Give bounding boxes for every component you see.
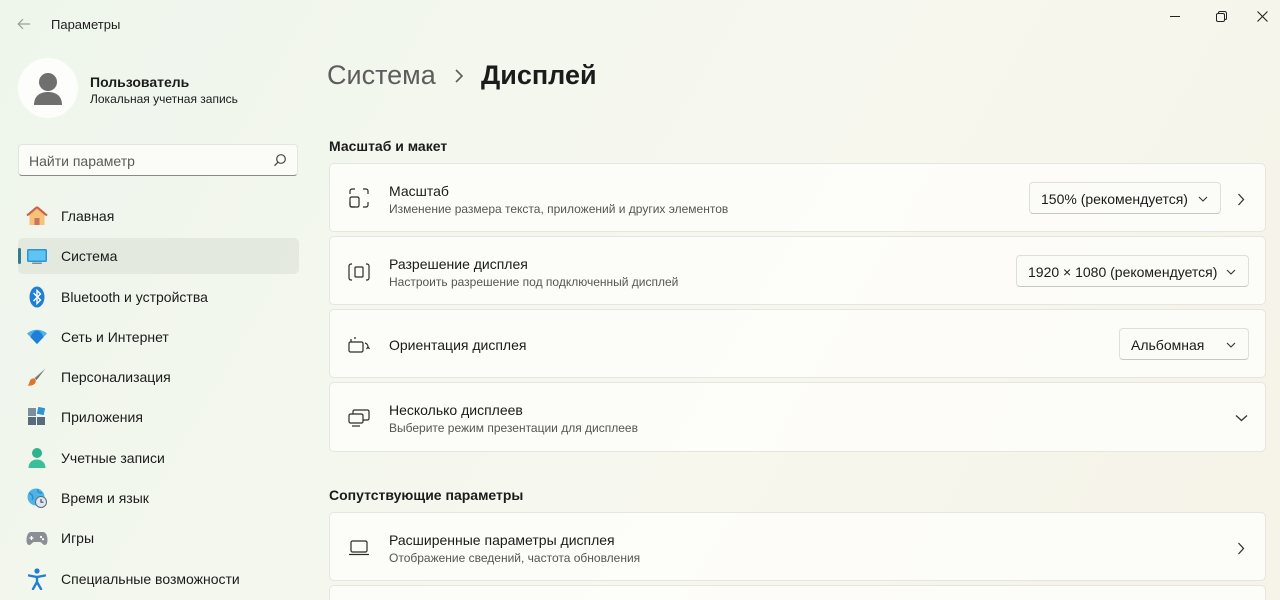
sidebar-item-label: Персонализация <box>61 369 171 386</box>
sidebar-item-personalization[interactable]: Персонализация <box>18 359 299 395</box>
orientation-dropdown[interactable]: Альбомная <box>1119 328 1249 360</box>
sidebar-item-apps[interactable]: Приложения <box>18 399 299 435</box>
sidebar-item-label: Игры <box>61 530 95 547</box>
home-icon <box>26 205 48 227</box>
section-title-related: Сопутствующие параметры <box>329 487 524 503</box>
sidebar-item-accounts[interactable]: Учетные записи <box>18 440 299 476</box>
sidebar-item-label: Система <box>61 248 118 265</box>
sidebar-item-label: Сеть и Интернет <box>61 328 169 345</box>
search-icon <box>274 154 286 167</box>
setting-subtitle: Настроить разрешение под подключенный ди… <box>389 275 679 289</box>
arrow-left-icon <box>17 18 30 30</box>
minimize-button[interactable] <box>1152 0 1198 32</box>
close-icon <box>1256 10 1268 22</box>
sidebar-item-system[interactable]: Система <box>18 238 299 275</box>
setting-subtitle: Отображение сведений, частота обновления <box>389 551 641 565</box>
breadcrumb-parent[interactable]: Система <box>327 60 436 91</box>
setting-scale[interactable]: Масштаб Изменение размера текста, прилож… <box>329 163 1266 232</box>
dropdown-value: 1920 × 1080 (рекомендуется) <box>1028 264 1218 280</box>
wifi-icon <box>26 326 48 348</box>
sidebar-item-label: Учетные записи <box>61 449 165 466</box>
sidebar-item-time-language[interactable]: Время и язык <box>18 480 299 516</box>
active-indicator <box>18 248 21 265</box>
app-title: Параметры <box>51 17 121 32</box>
dropdown-value: 150% (рекомендуется) <box>1041 191 1188 207</box>
sidebar-item-label: Специальные возможности <box>61 570 240 587</box>
sidebar-item-bluetooth[interactable]: Bluetooth и устройства <box>18 279 299 315</box>
gamepad-icon <box>26 527 48 549</box>
scale-dropdown[interactable]: 150% (рекомендуется) <box>1029 182 1221 214</box>
back-button[interactable] <box>14 14 34 34</box>
page-title: Дисплей <box>481 60 597 90</box>
globe-clock-icon <box>26 487 48 509</box>
user-name: Пользователь <box>90 74 190 90</box>
dropdown-value: Альбомная <box>1131 337 1205 353</box>
laptop-icon <box>348 537 370 559</box>
sidebar-item-network[interactable]: Сеть и Интернет <box>18 319 299 355</box>
orientation-icon <box>348 334 370 356</box>
setting-title: Несколько дисплеев <box>389 402 523 418</box>
setting-subtitle: Изменение размера текста, приложений и д… <box>389 202 729 216</box>
setting-multiple-displays[interactable]: Несколько дисплеев Выберите режим презен… <box>329 382 1266 452</box>
restore-button[interactable] <box>1198 0 1244 32</box>
setting-advanced-display[interactable]: Расширенные параметры дисплея Отображени… <box>329 512 1266 581</box>
sidebar-item-accessibility[interactable]: Специальные возможности <box>18 561 299 597</box>
setting-title: Масштаб <box>389 183 449 199</box>
chevron-right-icon <box>455 69 464 83</box>
chevron-right-icon <box>1234 192 1248 206</box>
setting-subtitle: Выберите режим презентации для дисплеев <box>389 421 638 435</box>
sidebar-item-label: Приложения <box>61 409 143 426</box>
bluetooth-icon <box>26 286 48 308</box>
sidebar-item-label: Время и язык <box>61 490 149 507</box>
brush-icon <box>26 366 48 388</box>
setting-title: Разрешение дисплея <box>389 256 528 272</box>
accessibility-icon <box>26 568 48 590</box>
sidebar-item-gaming[interactable]: Игры <box>18 520 299 556</box>
chevron-right-icon <box>1234 541 1248 555</box>
sidebar-item-home[interactable]: Главная <box>18 198 299 234</box>
avatar[interactable] <box>18 58 78 118</box>
title-bar: Параметры <box>0 0 1280 48</box>
chevron-down-icon <box>1226 342 1236 348</box>
chevron-down-icon <box>1234 411 1248 425</box>
resolution-dropdown[interactable]: 1920 × 1080 (рекомендуется) <box>1016 255 1249 287</box>
minimize-icon <box>1170 16 1180 17</box>
monitor-icon <box>26 245 48 267</box>
sidebar-nav: Главная Система Bluetooth и устройства С… <box>18 198 299 600</box>
account-type: Локальная учетная запись <box>90 92 238 106</box>
chevron-down-icon <box>1226 269 1236 275</box>
sidebar-item-label: Главная <box>61 208 115 224</box>
search-input[interactable]: Найти параметр <box>18 144 298 176</box>
setting-title: Расширенные параметры дисплея <box>389 532 615 548</box>
setting-resolution: Разрешение дисплея Настроить разрешение … <box>329 236 1266 305</box>
section-title-scale-layout: Масштаб и макет <box>329 138 448 154</box>
chevron-down-icon <box>1198 196 1208 202</box>
maximize-icon <box>1215 10 1227 22</box>
person-icon <box>26 447 48 469</box>
multiple-displays-icon <box>348 407 370 429</box>
person-avatar-icon <box>34 73 62 105</box>
setting-title: Ориентация дисплея <box>389 337 527 353</box>
scale-icon <box>348 187 370 209</box>
sidebar-item-label: Bluetooth и устройства <box>61 288 208 305</box>
resolution-icon <box>348 261 370 283</box>
search-placeholder: Найти параметр <box>29 153 135 169</box>
close-button[interactable] <box>1244 0 1280 32</box>
setting-next-card[interactable] <box>329 585 1266 600</box>
setting-orientation: Ориентация дисплея Альбомная <box>329 309 1266 378</box>
apps-icon <box>26 406 48 428</box>
